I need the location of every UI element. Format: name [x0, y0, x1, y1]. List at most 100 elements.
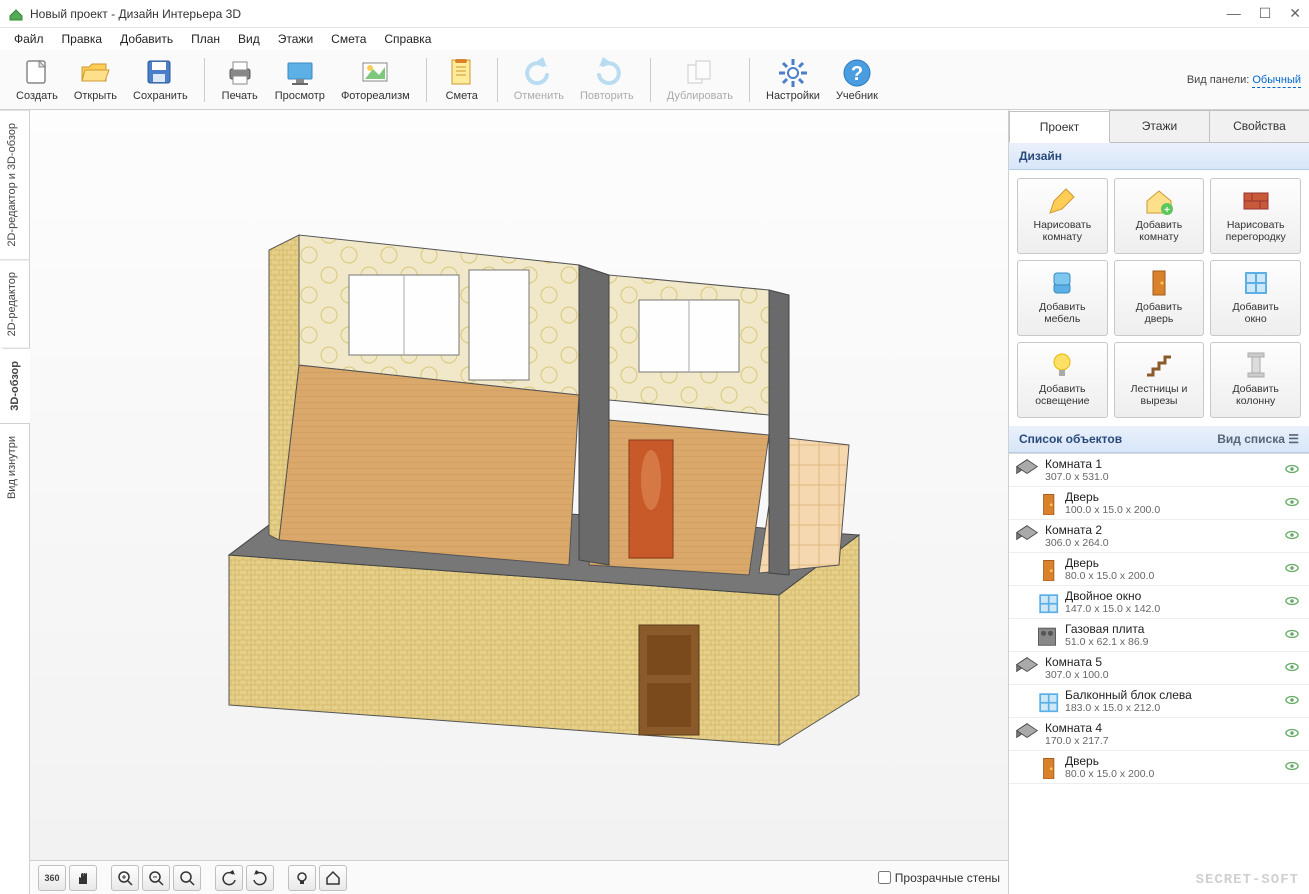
vp-rotate-right-button[interactable]: [246, 865, 274, 891]
tool-print[interactable]: Печать: [213, 55, 267, 104]
room-icon: [1015, 722, 1039, 746]
objects-section-header: Список объектов Вид списка ☰: [1009, 426, 1309, 453]
visibility-eye-icon[interactable]: [1283, 463, 1301, 477]
menu-plan[interactable]: План: [183, 30, 228, 48]
object-item[interactable]: Комната 2 306.0 x 264.0: [1009, 520, 1309, 553]
visibility-eye-icon[interactable]: [1283, 496, 1301, 510]
column-icon: [1240, 349, 1272, 381]
tool-duplicate: Дублировать: [659, 55, 741, 104]
object-item[interactable]: Дверь 80.0 x 15.0 x 200.0: [1009, 553, 1309, 586]
object-dimensions: 147.0 x 15.0 x 142.0: [1065, 603, 1283, 615]
object-item[interactable]: Дверь 80.0 x 15.0 x 200.0: [1009, 751, 1309, 784]
tool-preview[interactable]: Просмотр: [267, 55, 333, 104]
vp-pan-button[interactable]: [69, 865, 97, 891]
btn-add-room[interactable]: Добавитькомнату: [1114, 178, 1205, 254]
vp-zoom-in-button[interactable]: [111, 865, 139, 891]
btn-draw-room[interactable]: Нарисоватькомнату: [1017, 178, 1108, 254]
landscape-photo-icon: [359, 57, 391, 89]
object-item[interactable]: Комната 4 170.0 x 217.7: [1009, 718, 1309, 751]
watermark-text: SECRET-SOFT: [1196, 872, 1299, 888]
door-icon: [1035, 557, 1059, 581]
window-icon: [1240, 267, 1272, 299]
menu-view[interactable]: Вид: [230, 30, 268, 48]
visibility-eye-icon[interactable]: [1283, 727, 1301, 741]
rtab-properties[interactable]: Свойства: [1209, 110, 1309, 142]
object-item[interactable]: Дверь 100.0 x 15.0 x 200.0: [1009, 487, 1309, 520]
vp-rotate-left-button[interactable]: [215, 865, 243, 891]
object-item[interactable]: Двойное окно 147.0 x 15.0 x 142.0: [1009, 586, 1309, 619]
menu-file[interactable]: Файл: [6, 30, 52, 48]
close-button[interactable]: ✕: [1289, 5, 1301, 22]
gear-icon: [777, 57, 809, 89]
visibility-eye-icon[interactable]: [1283, 562, 1301, 576]
tool-save[interactable]: Сохранить: [125, 55, 196, 104]
object-name: Комната 5: [1045, 655, 1283, 669]
object-item[interactable]: Балконный блок слева 183.0 x 15.0 x 212.…: [1009, 685, 1309, 718]
armchair-icon: [1046, 267, 1078, 299]
transparent-walls-checkbox[interactable]: Прозрачные стены: [878, 871, 1000, 885]
object-name: Дверь: [1065, 490, 1283, 504]
visibility-eye-icon[interactable]: [1283, 694, 1301, 708]
menu-estimate[interactable]: Смета: [323, 30, 374, 48]
btn-add-window[interactable]: Добавитьокно: [1210, 260, 1301, 336]
tool-create[interactable]: Создать: [8, 55, 66, 104]
menu-add[interactable]: Добавить: [112, 30, 181, 48]
btn-add-furniture[interactable]: Добавитьмебель: [1017, 260, 1108, 336]
vtab-3d[interactable]: 3D-обзор: [1, 348, 30, 423]
object-item[interactable]: Комната 1 307.0 x 531.0: [1009, 454, 1309, 487]
vp-light-button[interactable]: [288, 865, 316, 891]
vtab-2d3d[interactable]: 2D-редактор и 3D-обзор: [0, 110, 29, 259]
floorplan-render: [139, 205, 899, 765]
btn-draw-partition[interactable]: Нарисоватьперегородку: [1210, 178, 1301, 254]
visibility-eye-icon[interactable]: [1283, 628, 1301, 642]
vp-zoom-out-button[interactable]: [142, 865, 170, 891]
btn-add-door[interactable]: Добавитьдверь: [1114, 260, 1205, 336]
maximize-button[interactable]: ☐: [1259, 5, 1272, 22]
vp-home-view-button[interactable]: [319, 865, 347, 891]
panel-mode-link[interactable]: Обычный: [1252, 74, 1301, 88]
object-item[interactable]: Газовая плита 51.0 x 62.1 x 86.9: [1009, 619, 1309, 652]
viewport-toolbar: 360 Прозрачные стены: [30, 860, 1008, 894]
canvas-3d[interactable]: [30, 110, 1008, 860]
object-dimensions: 183.0 x 15.0 x 212.0: [1065, 702, 1283, 714]
visibility-eye-icon[interactable]: [1283, 661, 1301, 675]
minimize-button[interactable]: —: [1227, 5, 1241, 22]
tool-manual[interactable]: Учебник: [828, 55, 886, 104]
redo-arrow-icon: [591, 57, 623, 89]
help-icon: [841, 57, 873, 89]
visibility-eye-icon[interactable]: [1283, 529, 1301, 543]
rtab-project[interactable]: Проект: [1009, 111, 1110, 143]
object-dimensions: 100.0 x 15.0 x 200.0: [1065, 504, 1283, 516]
vtab-inside[interactable]: Вид изнутри: [0, 423, 29, 511]
tool-open[interactable]: Открыть: [66, 55, 125, 104]
save-floppy-icon: [144, 57, 176, 89]
menu-help[interactable]: Справка: [376, 30, 439, 48]
object-list[interactable]: Комната 1 307.0 x 531.0 Дверь 100.0 x 15…: [1009, 453, 1309, 894]
pencil-brush-icon: [1046, 185, 1078, 217]
objects-header-text: Список объектов: [1019, 432, 1122, 446]
tool-settings[interactable]: Настройки: [758, 55, 828, 104]
vertical-view-tabs: 2D-редактор и 3D-обзор 2D-редактор 3D-об…: [0, 110, 30, 894]
object-name: Балконный блок слева: [1065, 688, 1283, 702]
vp-360-button[interactable]: 360: [38, 865, 66, 891]
visibility-eye-icon[interactable]: [1283, 760, 1301, 774]
menu-floors[interactable]: Этажи: [270, 30, 321, 48]
vtab-2d[interactable]: 2D-редактор: [0, 259, 29, 348]
object-item[interactable]: Комната 5 307.0 x 100.0: [1009, 652, 1309, 685]
transparent-walls-input[interactable]: [878, 871, 891, 884]
menu-bar: Файл Правка Добавить План Вид Этажи Смет…: [0, 28, 1309, 50]
object-name: Комната 1: [1045, 457, 1283, 471]
title-bar: Новый проект - Дизайн Интерьера 3D — ☐ ✕: [0, 0, 1309, 28]
vp-zoom-fit-button[interactable]: [173, 865, 201, 891]
rtab-floors[interactable]: Этажи: [1109, 110, 1210, 142]
btn-add-light[interactable]: Добавитьосвещение: [1017, 342, 1108, 418]
list-view-mode[interactable]: Вид списка ☰: [1217, 432, 1299, 446]
tool-photorealism[interactable]: Фотореализм: [333, 55, 418, 104]
btn-stairs-cutouts[interactable]: Лестницы ивырезы: [1114, 342, 1205, 418]
visibility-eye-icon[interactable]: [1283, 595, 1301, 609]
right-panel-tabs: Проект Этажи Свойства: [1009, 110, 1309, 143]
panel-mode-label: Вид панели:: [1187, 74, 1249, 86]
menu-edit[interactable]: Правка: [54, 30, 111, 48]
tool-estimate[interactable]: Смета: [435, 55, 489, 104]
btn-add-column[interactable]: Добавитьколонну: [1210, 342, 1301, 418]
